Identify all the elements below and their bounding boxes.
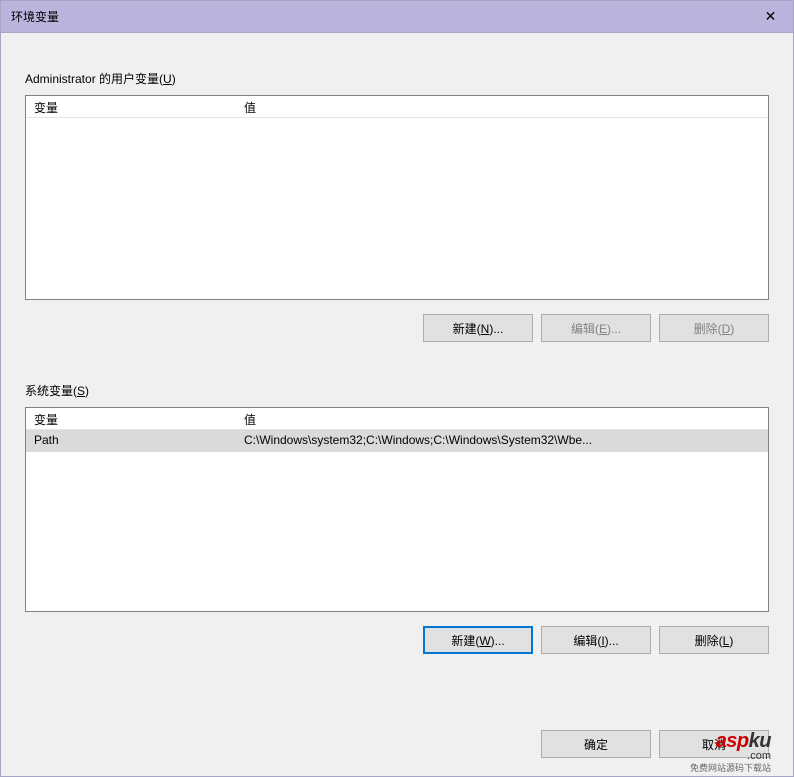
watermark-subtitle: 免费网站源码下载站 [690,761,771,774]
dialog-buttons: 确定 取消 [541,730,769,758]
user-vars-list-header: 变量 值 [26,96,768,118]
system-vars-list-header: 变量 值 [26,408,768,430]
system-vars-header-value[interactable]: 值 [236,408,768,429]
close-button[interactable]: ✕ [748,1,793,32]
user-vars-label: Administrator 的用户变量(U) [25,70,769,87]
user-vars-buttons: 新建(N)... 编辑(E)... 删除(D) [25,314,769,342]
user-vars-header-value[interactable]: 值 [236,96,768,117]
user-vars-list[interactable]: 变量 值 [25,95,769,300]
close-icon: ✕ [765,8,777,25]
system-vars-label: 系统变量(S) [25,382,769,399]
user-new-button[interactable]: 新建(N)... [423,314,533,342]
ok-button[interactable]: 确定 [541,730,651,758]
env-vars-dialog: 环境变量 ✕ Administrator 的用户变量(U) 变量 值 新建(N)… [0,0,794,777]
system-vars-row[interactable]: Path C:\Windows\system32;C:\Windows;C:\W… [26,430,768,452]
user-edit-button: 编辑(E)... [541,314,651,342]
window-title: 环境变量 [11,8,59,25]
user-vars-header-name[interactable]: 变量 [26,96,236,117]
system-vars-list[interactable]: 变量 值 Path C:\Windows\system32;C:\Windows… [25,407,769,612]
system-vars-row-name: Path [26,430,236,452]
system-delete-button[interactable]: 删除(L) [659,626,769,654]
dialog-content: Administrator 的用户变量(U) 变量 值 新建(N)... 编辑(… [1,33,793,666]
titlebar: 环境变量 ✕ [1,1,793,33]
system-vars-header-name[interactable]: 变量 [26,408,236,429]
cancel-button[interactable]: 取消 [659,730,769,758]
user-delete-button: 删除(D) [659,314,769,342]
system-vars-buttons: 新建(W)... 编辑(I)... 删除(L) [25,626,769,654]
system-edit-button[interactable]: 编辑(I)... [541,626,651,654]
system-new-button[interactable]: 新建(W)... [423,626,533,654]
system-vars-row-value: C:\Windows\system32;C:\Windows;C:\Window… [236,430,768,452]
